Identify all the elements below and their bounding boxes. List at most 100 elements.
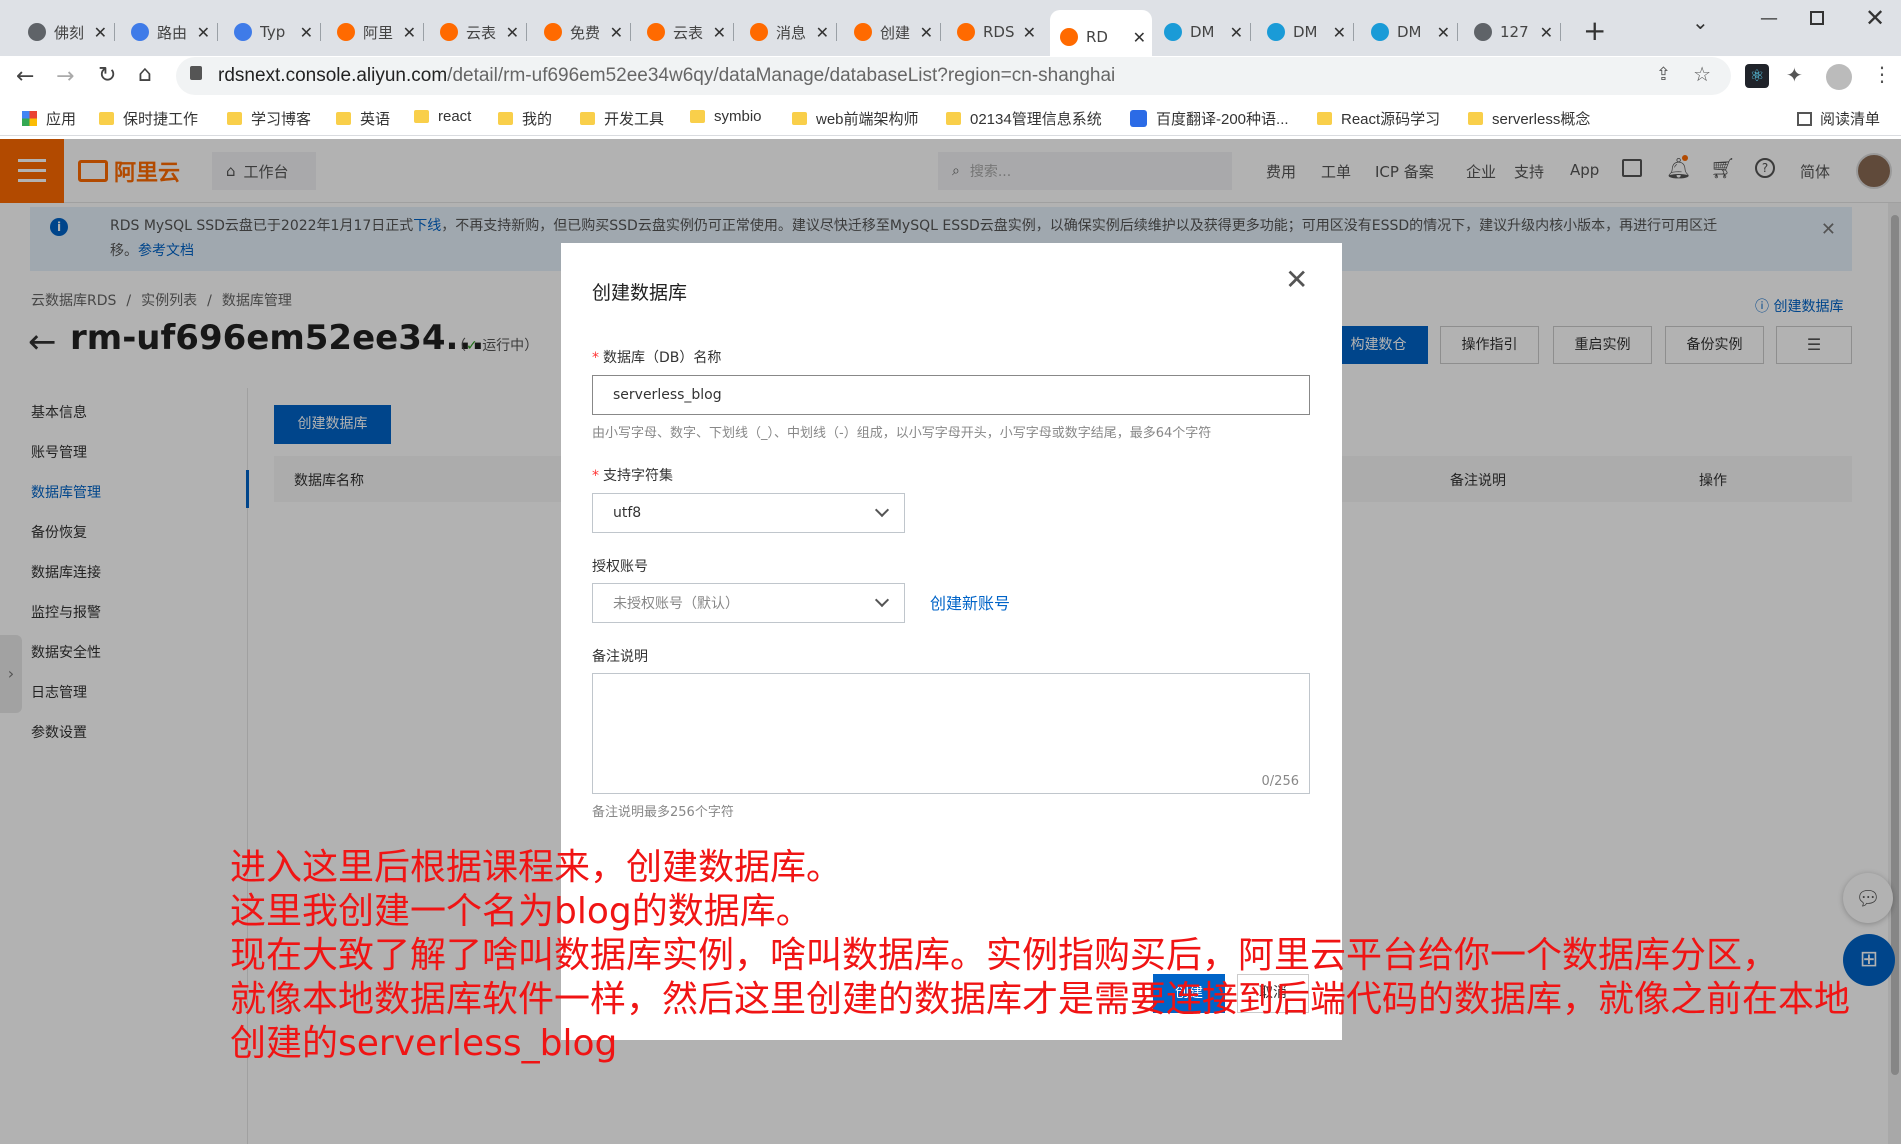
dialog-close-icon[interactable]: ✕ [1285, 263, 1308, 296]
tab-close-icon[interactable]: ✕ [1333, 23, 1346, 42]
tab-close-icon[interactable]: ✕ [713, 23, 726, 42]
bookmark-item[interactable]: 保时捷工作 [99, 108, 198, 129]
tab-close-icon[interactable]: ✕ [403, 23, 416, 42]
tab-label: 创建 [880, 23, 911, 42]
remark-textarea[interactable]: 0/256 [592, 673, 1310, 794]
bookmark-item[interactable]: React源码学习 [1317, 108, 1440, 129]
folder-icon [946, 112, 961, 125]
bookmark-item[interactable]: 学习博客 [227, 108, 311, 129]
annotation-line: 现在大致了解了啥叫数据库实例，啥叫数据库。实例指购买后，阿里云平台给你一个数据库… [230, 935, 1779, 976]
tab-separator [836, 23, 837, 41]
tab-label: 免费 [570, 23, 601, 42]
browser-tab[interactable]: 127 ✕ [1464, 12, 1561, 52]
db-name-input[interactable]: serverless_blog [592, 375, 1310, 415]
folder-icon [336, 112, 351, 125]
bookmark-item[interactable]: 我的 [498, 108, 552, 129]
browser-tab[interactable]: 路由 ✕ [121, 12, 218, 52]
browser-tab[interactable]: 云表 ✕ [430, 12, 527, 52]
react-devtools-icon[interactable]: ⚛ [1745, 64, 1769, 88]
charset-value: utf8 [613, 505, 642, 521]
folder-icon [498, 112, 513, 125]
bookmark-item[interactable]: symbio [690, 108, 762, 125]
tab-close-icon[interactable]: ✕ [920, 23, 933, 42]
tab-close-icon[interactable]: ✕ [1437, 23, 1450, 42]
tab-separator [1560, 23, 1561, 41]
tab-close-icon[interactable]: ✕ [1230, 23, 1243, 42]
tab-label: 佛刻 [54, 23, 85, 42]
url-path: /detail/rm-uf696em52ee34w6qy/dataManage/… [447, 65, 1116, 86]
tab-label: 云表 [673, 23, 704, 42]
tab-favicon-icon [440, 23, 458, 41]
browser-tab[interactable]: DM ✕ [1257, 12, 1354, 52]
tab-favicon-icon [647, 23, 665, 41]
bookmark-label: 02134管理信息系统 [970, 111, 1102, 128]
bookmark-item[interactable]: serverless概念 [1468, 108, 1590, 129]
browser-menu-icon[interactable]: ⋮ [1872, 62, 1892, 86]
close-window-button[interactable]: ✕ [1865, 4, 1885, 32]
bookmark-item[interactable]: web前端架构师 [792, 108, 919, 129]
charset-select[interactable]: utf8 [592, 493, 905, 533]
share-icon[interactable]: ⇪ [1656, 64, 1671, 85]
remark-counter: 0/256 [1261, 774, 1299, 789]
tab-favicon-icon [854, 23, 872, 41]
bookmark-item[interactable]: 英语 [336, 108, 390, 129]
bookmark-item[interactable]: react [414, 108, 471, 125]
bookmark-label: 学习博客 [251, 111, 312, 128]
maximize-button[interactable] [1810, 11, 1824, 25]
back-icon[interactable]: ← [16, 64, 34, 89]
new-tab-icon[interactable]: + [1583, 14, 1606, 47]
minimize-button[interactable]: — [1760, 8, 1778, 29]
tab-label: Typ [260, 23, 286, 41]
home-icon[interactable]: ⌂ [138, 62, 152, 87]
reload-icon[interactable]: ↻ [98, 63, 116, 88]
browser-tab[interactable]: RDS ✕ [947, 12, 1042, 52]
account-select[interactable]: 未授权账号（默认） [592, 583, 905, 623]
browser-tab[interactable]: 云表 ✕ [637, 12, 734, 52]
create-account-link[interactable]: 创建新账号 [930, 590, 1010, 614]
browser-tab[interactable]: 阿里 ✕ [327, 12, 424, 52]
annotation-line: 这里我创建一个名为blog的数据库。 [230, 891, 812, 932]
browser-tab[interactable]: 免费 ✕ [534, 12, 631, 52]
translate-icon [1130, 110, 1147, 127]
profile-icon[interactable] [1826, 64, 1852, 90]
bookmark-item[interactable]: 02134管理信息系统 [946, 108, 1102, 129]
bookmark-item[interactable]: 开发工具 [580, 108, 664, 129]
browser-tab[interactable]: 佛刻 ✕ [18, 12, 115, 52]
db-name-hint: 由小写字母、数字、下划线（_）、中划线（-）组成，以小写字母开头，小写字母或数字… [592, 426, 1212, 441]
tab-close-icon[interactable]: ✕ [94, 23, 107, 42]
extensions-icon[interactable]: ✦ [1786, 63, 1803, 87]
bookmark-label: 开发工具 [604, 111, 665, 128]
remark-hint: 备注说明最多256个字符 [592, 805, 734, 820]
tab-separator [1457, 23, 1458, 41]
browser-tab[interactable]: DM ✕ [1154, 12, 1251, 52]
tab-close-icon[interactable]: ✕ [1023, 23, 1036, 42]
account-value: 未授权账号（默认） [613, 596, 739, 612]
url-bar[interactable]: rdsnext.console.aliyun.com/detail/rm-uf6… [176, 57, 1731, 95]
tab-label: DM [1293, 23, 1318, 41]
tab-separator [630, 23, 631, 41]
folder-icon [1468, 112, 1483, 125]
tab-close-icon[interactable]: ✕ [300, 23, 313, 42]
tab-close-icon[interactable]: ✕ [816, 23, 829, 42]
tab-label: 消息 [776, 23, 807, 42]
tab-close-icon[interactable]: ✕ [610, 23, 623, 42]
tab-separator [526, 23, 527, 41]
minimize-window-button[interactable]: ⌄ [1692, 10, 1709, 34]
bookmark-apps[interactable]: 应用 [22, 108, 76, 129]
tab-separator [1353, 23, 1354, 41]
browser-tab[interactable]: 创建 ✕ [844, 12, 941, 52]
browser-tab[interactable]: 消息 ✕ [740, 12, 837, 52]
tab-favicon-icon [131, 23, 149, 41]
tab-close-icon[interactable]: ✕ [506, 23, 519, 42]
forward-icon[interactable]: → [56, 64, 74, 89]
browser-tab[interactable]: DM ✕ [1361, 12, 1458, 52]
tab-favicon-icon [1474, 23, 1492, 41]
star-icon[interactable]: ☆ [1693, 62, 1711, 87]
tab-close-icon[interactable]: ✕ [1540, 23, 1553, 42]
browser-tab[interactable]: Typ ✕ [224, 12, 321, 52]
reading-list[interactable]: 阅读清单 [1797, 108, 1880, 129]
tab-close-icon[interactable]: ✕ [197, 23, 210, 42]
annotation-text: 进入这里后根据课程来，创建数据库。 这里我创建一个名为blog的数据库。 现在大致了… [230, 846, 1850, 1066]
bookmark-item[interactable]: 百度翻译-200种语... [1130, 108, 1289, 129]
tab-close-icon[interactable]: ✕ [1133, 28, 1146, 47]
